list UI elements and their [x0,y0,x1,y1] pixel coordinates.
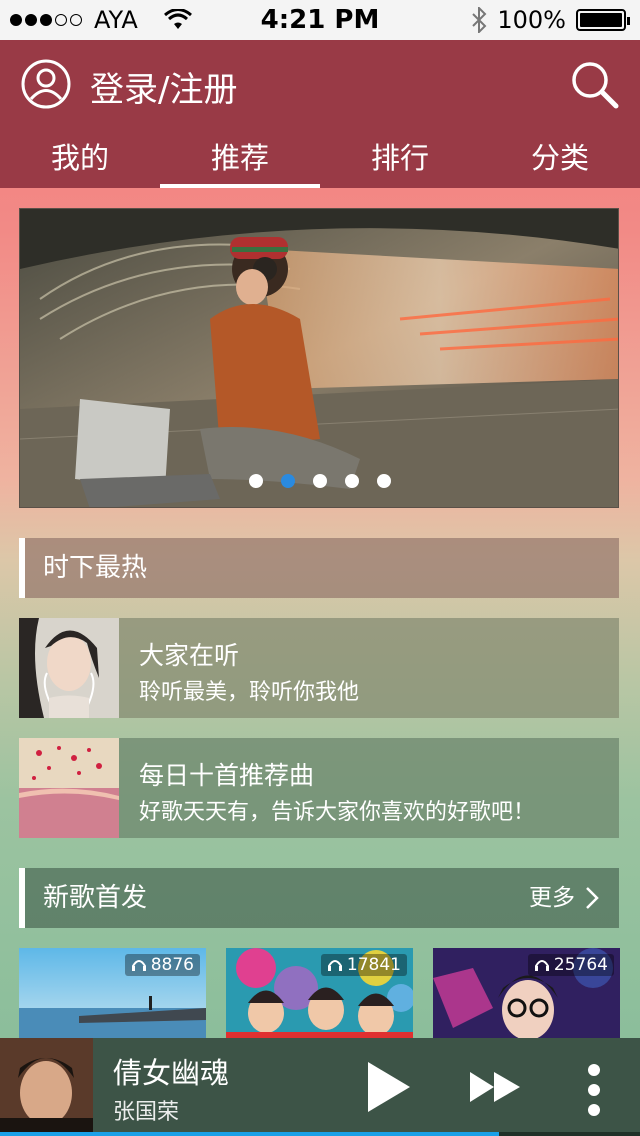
play-count-value: 17841 [346,955,401,975]
list-item-listening[interactable]: 大家在听 聆听最美，聆听你我他 [19,618,619,718]
section-header-new: 新歌首发 更多 [19,868,619,928]
play-count-value: 8876 [150,955,194,975]
section-header-hot: 时下最热 [19,538,619,598]
tab-bar: 我的 推荐 排行 分类 [0,132,640,188]
player-progress-fill [0,1132,500,1136]
pager-dot[interactable] [249,474,263,488]
album-card[interactable]: 17841 [226,948,413,1040]
player-progress-bar[interactable] [0,1132,640,1136]
pager-dot[interactable] [377,474,391,488]
tab-recommend[interactable]: 推荐 [160,132,320,188]
play-count: 8876 [124,954,200,976]
more-vertical-icon[interactable] [583,1062,605,1118]
item-subtitle: 聆听最美，聆听你我他 [139,680,360,705]
banner-carousel[interactable] [19,208,619,508]
headphones-icon [131,960,146,971]
battery-percent: 100% [497,6,566,34]
app-header: 登录/注册 我的 推荐 排行 分类 [0,40,640,188]
player-artist: 张国荣 [113,1100,180,1125]
more-label: 更多 [529,885,575,911]
tab-ranking[interactable]: 排行 [320,132,480,188]
pager-dot-active[interactable] [281,474,295,488]
thumb-image [19,618,119,718]
status-bar: AYA 4:21 PM 100% [0,0,640,40]
login-register-link[interactable]: 登录/注册 [90,62,237,111]
item-title: 大家在听 [139,641,240,670]
banner-image [20,209,618,507]
album-card[interactable]: 25764 [433,948,620,1040]
tab-category[interactable]: 分类 [480,132,640,188]
status-right: 100% [471,6,630,34]
player-song-title: 倩女幽魂 [113,1056,230,1090]
play-count: 25764 [527,954,614,976]
player-cover[interactable] [0,1038,93,1136]
section-title: 时下最热 [43,553,148,583]
battery-icon [576,9,630,31]
list-item-daily-ten[interactable]: 每日十首推荐曲 好歌天天有，告诉大家你喜欢的好歌吧！ [19,738,619,838]
thumb-image [19,738,119,838]
pager-dot[interactable] [313,474,327,488]
play-count: 17841 [320,954,407,976]
section-title: 新歌首发 [43,883,148,913]
play-count-value: 25764 [553,955,608,975]
mini-player[interactable]: 倩女幽魂 张国荣 [0,1038,640,1136]
headphones-icon [534,960,549,971]
play-icon[interactable] [364,1060,412,1114]
banner-pager [20,474,618,488]
user-icon[interactable] [20,58,72,110]
chevron-right-icon [586,887,599,909]
bluetooth-icon [472,7,487,33]
headphones-icon [327,960,342,971]
album-card[interactable]: 8876 [19,948,206,1040]
search-icon[interactable] [568,58,620,110]
fast-forward-icon[interactable] [468,1070,522,1104]
more-link[interactable]: 更多 [529,868,599,928]
pager-dot[interactable] [345,474,359,488]
item-subtitle: 好歌天天有，告诉大家你喜欢的好歌吧！ [139,800,536,825]
tab-mine[interactable]: 我的 [0,132,160,188]
item-title: 每日十首推荐曲 [139,761,315,790]
